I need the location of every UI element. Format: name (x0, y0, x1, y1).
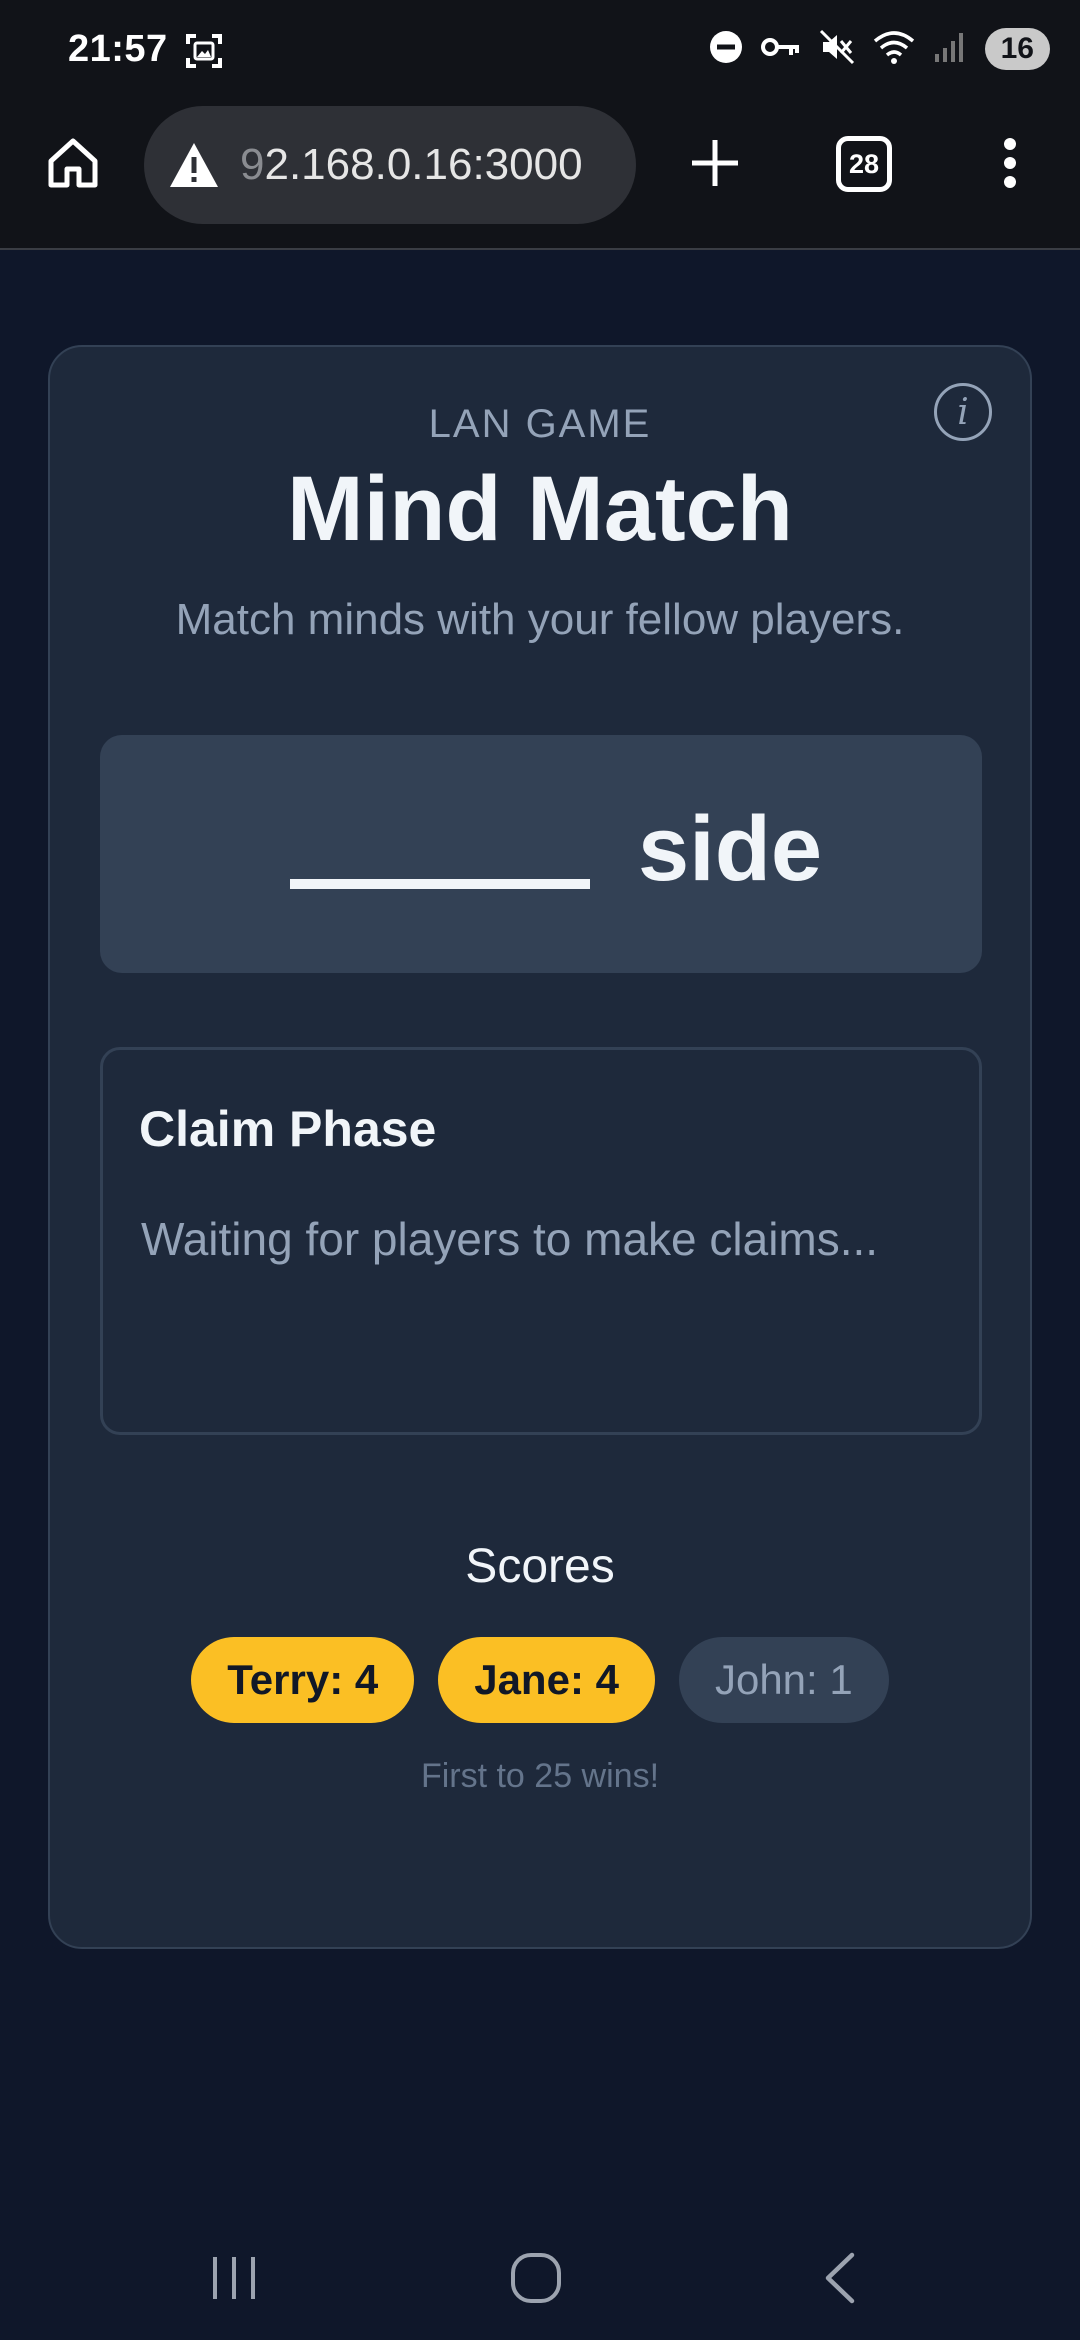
url-text[interactable]: 92.168.0.16:3000 (240, 140, 583, 190)
new-tab-button[interactable] (680, 130, 750, 200)
system-nav-bar (0, 2220, 1080, 2340)
phase-status: Waiting for players to make claims... (141, 1213, 879, 1265)
signal-icon (933, 30, 967, 69)
score-chip-jane: Jane: 4 (438, 1637, 655, 1723)
phase-title: Claim Phase (139, 1101, 437, 1157)
prompt-word: side (638, 798, 823, 900)
tab-switcher-button[interactable]: 28 (836, 136, 892, 192)
status-icons: 16 (709, 28, 1050, 70)
url-host: 2.168.0.16:3000 (264, 140, 583, 189)
dnd-icon (709, 30, 743, 69)
mute-icon (819, 29, 855, 70)
win-condition-note: First to 25 wins! (420, 1757, 660, 1795)
status-time: 21:57 (68, 28, 168, 70)
browser-toolbar: 92.168.0.16:3000 28 (0, 100, 1080, 250)
recents-button[interactable] (194, 2240, 274, 2320)
score-chip-john: John: 1 (678, 1637, 889, 1723)
score-chip-terry: Terry: 4 (191, 1637, 415, 1723)
warning-icon[interactable] (166, 137, 222, 193)
address-bar[interactable]: 92.168.0.16:3000 (144, 106, 636, 224)
back-icon (820, 2251, 860, 2310)
wifi-icon (873, 29, 915, 70)
more-vert-icon (1002, 137, 1018, 194)
page-title: Mind Match (287, 458, 793, 560)
scores-heading: Scores (465, 1540, 615, 1593)
back-button[interactable] (800, 2240, 880, 2320)
page-subtitle: Match minds with your fellow players. (175, 595, 905, 644)
home-circle-icon (509, 2251, 563, 2310)
score-list: Terry: 4 Jane: 4 John: 1 (50, 1637, 1030, 1723)
phase-panel: Claim Phase Waiting for players to make … (100, 1047, 982, 1435)
recents-icon (209, 2255, 259, 2306)
vpn-key-icon (760, 34, 801, 65)
battery-indicator: 16 (984, 28, 1050, 70)
prompt-card: side (100, 735, 982, 973)
prompt-blank (290, 879, 590, 889)
status-bar: 21:57 16 (0, 0, 1080, 100)
plus-icon (690, 138, 740, 193)
game-card: i LAN GAME Mind Match Match minds with y… (48, 345, 1032, 1949)
screenshot-icon (184, 32, 224, 75)
game-eyebrow: LAN GAME (428, 402, 652, 446)
browser-menu-button[interactable] (980, 130, 1040, 200)
home-icon (45, 135, 101, 196)
home-button[interactable] (38, 130, 108, 200)
url-faded-prefix: 9 (240, 140, 265, 189)
system-home-button[interactable] (496, 2240, 576, 2320)
